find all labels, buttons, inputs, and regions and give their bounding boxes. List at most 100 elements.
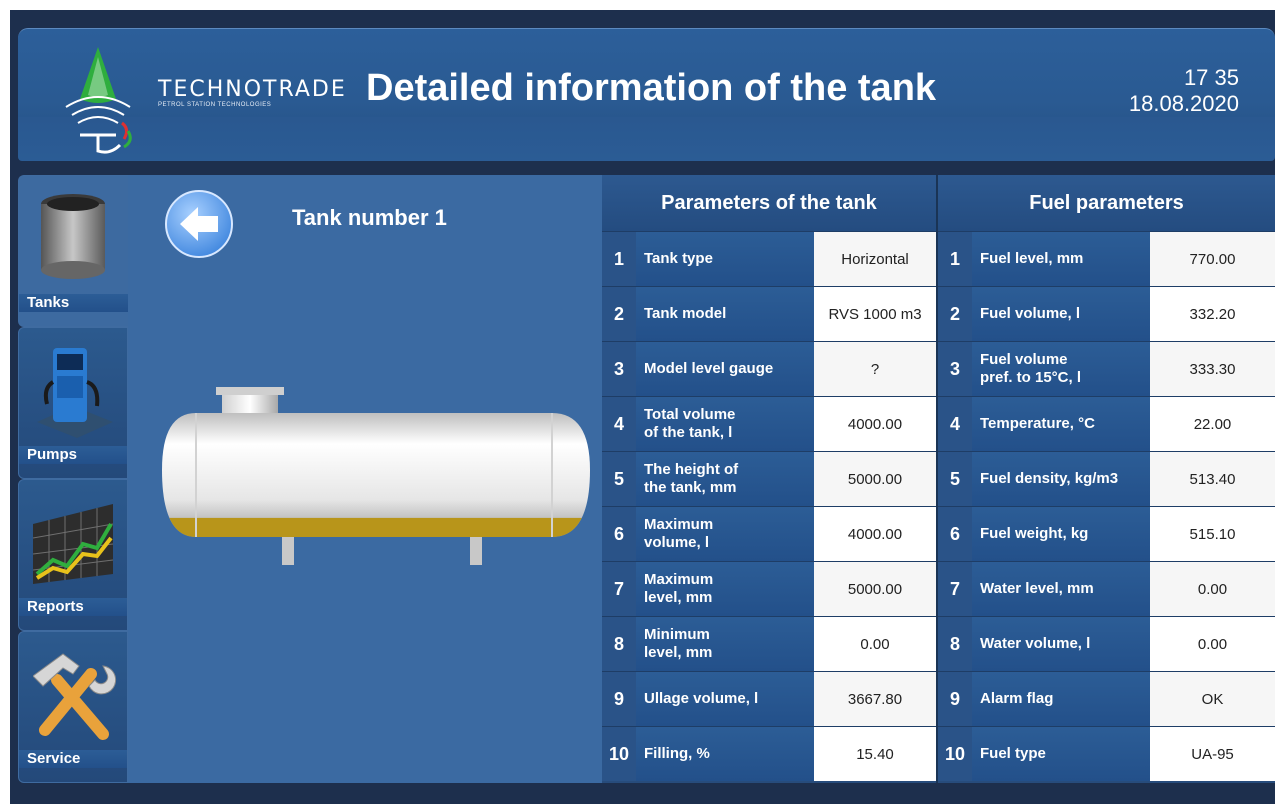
row-label-text: Water level, mm (980, 580, 1094, 597)
logo-tagline: PETROL STATION TECHNOLOGIES (158, 102, 272, 108)
row-value: 5000.00 (814, 452, 936, 506)
row-value: 4000.00 (814, 397, 936, 451)
sidebar-item-pumps[interactable]: Pumps (18, 327, 128, 479)
sidebar-item-label: Tanks (19, 294, 128, 312)
sidebar-item-label: Reports (19, 598, 127, 616)
sidebar-item-tanks[interactable]: Tanks (18, 175, 128, 327)
row-label: Fuel level, mm (972, 232, 1150, 286)
sidebar-item-label: Service (19, 750, 127, 768)
row-value: 515.10 (1150, 507, 1275, 561)
row-value: 0.00 (1150, 562, 1275, 616)
table-row: 4 Total volume of the tank, l 4000.00 (602, 396, 936, 451)
row-label-text: The height of the tank, mm (644, 461, 739, 496)
row-label-text: Minimum level, mm (644, 626, 713, 661)
table-row: 3 Model level gauge? (602, 341, 936, 396)
clock-time: 17 35 (1183, 65, 1239, 90)
row-label-text: Water volume, l (980, 635, 1091, 652)
table-row: 5 The height of the tank, mm 5000.00 (602, 451, 936, 506)
row-value: 0.00 (814, 617, 936, 671)
row-number: 6 (938, 507, 972, 561)
row-label-text: Filling, % (644, 745, 710, 762)
sidebar-item-service[interactable]: Service (18, 631, 128, 783)
row-number: 7 (938, 562, 972, 616)
back-button[interactable] (164, 189, 234, 259)
row-number: 4 (602, 397, 636, 451)
row-label-text: Fuel volume pref. to 15°C, l (980, 351, 1082, 386)
row-value: RVS 1000 m3 (814, 287, 936, 341)
row-label-text: Fuel weight, kg (980, 525, 1089, 542)
table-row: 5 Fuel density, kg/m3 513.40 (938, 451, 1275, 506)
row-value: 513.40 (1150, 452, 1275, 506)
table-row: 1 Fuel level, mm 770.00 (938, 231, 1275, 286)
row-label: Maximum volume, l (636, 507, 814, 561)
row-label-text: Model level gauge (644, 360, 774, 377)
row-number: 2 (602, 287, 636, 341)
row-label: Fuel density, kg/m3 (972, 452, 1150, 506)
row-value: 333.30 (1150, 342, 1275, 396)
row-label: Minimum level, mm (636, 617, 814, 671)
row-number: 7 (602, 562, 636, 616)
row-value: UA-95 (1150, 727, 1275, 781)
row-label-text: Tank model (644, 305, 727, 322)
row-label: Ullage volume, l (636, 672, 814, 726)
row-number: 8 (602, 617, 636, 671)
row-label-text: Fuel density, kg/m3 (980, 470, 1119, 487)
sidebar: Tanks Pumps Reports Service (18, 175, 128, 783)
row-label: Filling, % (636, 727, 814, 781)
header-bar: TECHNOTRADE PETROL STATION TECHNOLOGIES … (18, 28, 1275, 161)
row-value: 5000.00 (814, 562, 936, 616)
row-label: Fuel weight, kg (972, 507, 1150, 561)
row-label-text: Fuel type (980, 745, 1046, 762)
fuel-level-fill (162, 517, 590, 537)
row-label: The height of the tank, mm (636, 452, 814, 506)
clock: 17 35 18.08.2020 (1129, 65, 1239, 117)
row-label-text: Alarm flag (980, 690, 1054, 707)
row-label: Maximum level, mm (636, 562, 814, 616)
tank-title: Tank number 1 (292, 205, 447, 230)
table-row: 6 Maximum volume, l 4000.00 (602, 506, 936, 561)
table-row: 2 Fuel volume, l 332.20 (938, 286, 1275, 341)
row-value: Horizontal (814, 232, 936, 286)
tank-panel: Tank number 1 (128, 175, 602, 783)
row-label: Fuel volume pref. to 15°C, l (972, 342, 1150, 396)
parameters-area: Parameters of the tank 1 Tank type Horizon… (602, 175, 1275, 783)
table-row: 10 Filling, % 15.40 (602, 726, 936, 781)
sidebar-item-label: Pumps (19, 446, 127, 464)
fuel-parameters-header: Fuel parameters (938, 175, 1275, 231)
row-number: 2 (938, 287, 972, 341)
row-label: Fuel type (972, 727, 1150, 781)
row-label-text: Fuel level, mm (980, 250, 1084, 267)
table-row: 9 Ullage volume, l 3667.80 (602, 671, 936, 726)
row-label: Water volume, l (972, 617, 1150, 671)
row-number: 1 (938, 232, 972, 286)
row-label-text: Tank type (644, 250, 713, 267)
table-row: 9 Alarm flag OK (938, 671, 1275, 726)
row-label: Water level, mm (972, 562, 1150, 616)
row-label: Model level gauge (636, 342, 814, 396)
logo-name: TECHNOTRADE (158, 77, 347, 102)
horizontal-tank-image (162, 387, 590, 565)
row-number: 6 (602, 507, 636, 561)
tank-drawing (160, 385, 590, 580)
sidebar-item-reports[interactable]: Reports (18, 479, 128, 631)
row-number: 10 (602, 727, 636, 781)
row-number: 4 (938, 397, 972, 451)
table-row: 3 Fuel volume pref. to 15°C, l 333.30 (938, 341, 1275, 396)
row-label: Tank type (636, 232, 814, 286)
row-value: 3667.80 (814, 672, 936, 726)
tank-parameters-header: Parameters of the tank (602, 175, 936, 231)
chart-icon (33, 504, 113, 584)
row-value: OK (1150, 672, 1275, 726)
table-row: 2 Tank model RVS 1000 m3 (602, 286, 936, 341)
page-title: Detailed information of the tank (366, 67, 937, 109)
row-label: Tank model (636, 287, 814, 341)
row-label-text: Maximum volume, l (644, 516, 714, 551)
row-value: 4000.00 (814, 507, 936, 561)
row-value: 22.00 (1150, 397, 1275, 451)
tools-icon (33, 653, 117, 740)
table-row: 10 Fuel type UA-95 (938, 726, 1275, 781)
row-number: 9 (602, 672, 636, 726)
row-label: Alarm flag (972, 672, 1150, 726)
row-label-text: Temperature, °C (980, 415, 1095, 432)
table-row: 6 Fuel weight, kg 515.10 (938, 506, 1275, 561)
